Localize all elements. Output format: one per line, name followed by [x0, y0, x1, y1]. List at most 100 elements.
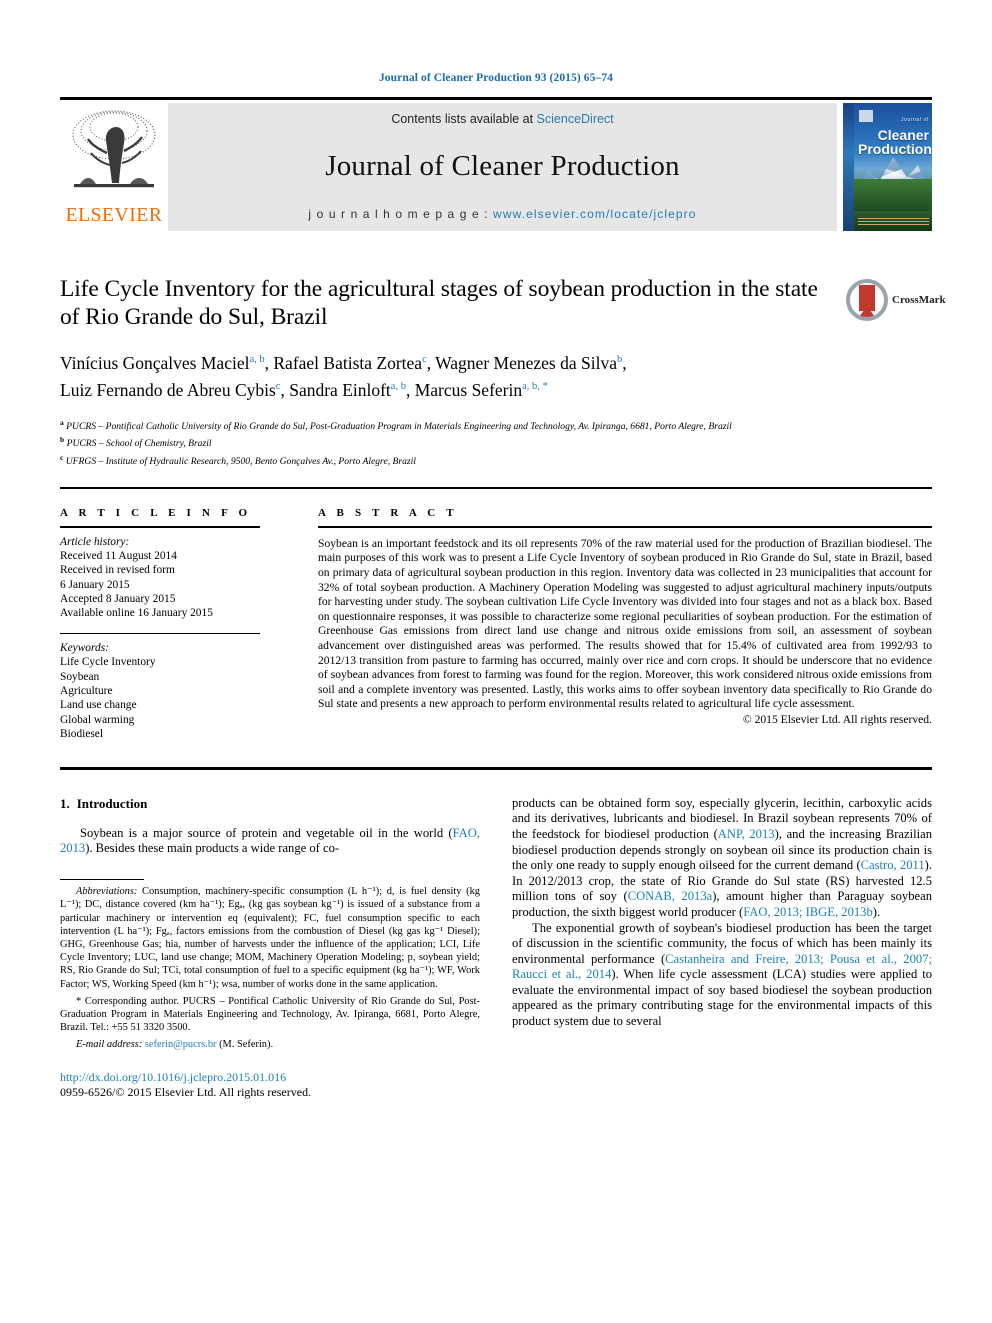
keywords-rule — [60, 632, 260, 635]
history-item: Available online 16 January 2015 — [60, 607, 213, 620]
body-column-left: 1. Introduction Soybean is a major source… — [60, 796, 480, 1100]
keyword-item: Biodiesel — [60, 727, 104, 740]
affiliation-mark: a — [60, 417, 64, 427]
author-2-affil: c — [422, 354, 427, 365]
cover-spine — [843, 103, 854, 231]
corresponding-author-text: Corresponding author. PUCRS – Pontifical… — [60, 995, 480, 1034]
keyword-item: Agriculture — [60, 685, 113, 698]
section-divider-top — [60, 486, 932, 490]
elsevier-tree-icon — [66, 105, 162, 203]
doi-link[interactable]: http://dx.doi.org/10.1016/j.jclepro.2015… — [60, 1070, 480, 1085]
abstract-rule — [318, 526, 932, 528]
citation-fao-ibge[interactable]: FAO, 2013; IBGE, 2013b — [743, 905, 873, 919]
article-history-label: Article history: — [60, 535, 130, 548]
contents-prefix: Contents lists available at — [391, 112, 537, 126]
keyword-item: Global warming — [60, 713, 135, 726]
section-divider-bottom — [60, 767, 932, 770]
author-1: Vinícius Gonçalves Maciel — [60, 352, 250, 373]
email-label: E-mail address: — [76, 1039, 143, 1051]
citation-anp-2013[interactable]: ANP, 2013 — [718, 827, 775, 841]
paper-page: Journal of Cleaner Production 93 (2015) … — [0, 0, 992, 1323]
abbreviations-text: Consumption, machinery-specific consumpt… — [60, 886, 480, 990]
affiliation-mark: c — [60, 453, 64, 463]
homepage-url-link[interactable]: www.elsevier.com/locate/jclepro — [493, 207, 697, 221]
author-4-affil: c — [275, 380, 281, 392]
history-item: 6 January 2015 — [60, 578, 130, 591]
affiliation-text: PUCRS – School of Chemistry, Brazil — [66, 438, 212, 450]
footnote-abbreviations: Abbreviations: Consumption, machinery-sp… — [60, 885, 480, 991]
body-columns: 1. Introduction Soybean is a major source… — [60, 796, 932, 1100]
introduction-heading: 1. Introduction — [60, 796, 480, 812]
elsevier-wordmark: ELSEVIER — [65, 205, 163, 226]
author-5: Sandra Einloft — [289, 379, 391, 400]
author-6-affil: a, b, * — [522, 380, 548, 392]
author-5-affil: a, b — [390, 380, 406, 392]
affiliation-text: PUCRS – Pontifical Catholic University o… — [66, 420, 732, 432]
intro-text-b: ). Besides these main products a wide ra… — [85, 841, 340, 856]
abstract-heading: A B S T R A C T — [318, 507, 458, 520]
affiliation-item: b PUCRS – School of Chemistry, Brazil — [60, 433, 932, 451]
affiliation-mark: b — [60, 435, 65, 445]
page-title: Life Cycle Inventory for the agricultura… — [60, 276, 818, 330]
abbreviations-label: Abbreviations: — [76, 886, 138, 898]
contents-line: Contents lists available at ScienceDirec… — [391, 112, 613, 126]
author-3-affil: b — [616, 354, 623, 365]
affiliation-list: a PUCRS – Pontifical Catholic University… — [60, 416, 932, 469]
cover-forest-art — [854, 179, 932, 213]
footnotes: Abbreviations: Consumption, machinery-sp… — [60, 878, 480, 1052]
info-abstract-section: A R T I C L E I N F O Article history: R… — [60, 507, 932, 741]
homepage-label: j o u r n a l h o m e p a g e : — [308, 207, 494, 221]
keywords-list: Keywords: Life Cycle Inventory Soybean A… — [60, 641, 260, 741]
title-block: CrossMark Life Cycle Inventory for the a… — [60, 275, 946, 469]
homepage-line: j o u r n a l h o m e p a g e : www.else… — [308, 207, 696, 221]
journal-cover-thumbnail: Journal of Cleaner Production — [837, 103, 932, 231]
citation-conab-2013a[interactable]: CONAB, 2013a — [628, 889, 713, 903]
introduction-title: Introduction — [76, 795, 148, 811]
footnote-email: E-mail address: seferin@pucrs.br (M. Sef… — [60, 1038, 480, 1051]
email-suffix: (M. Seferin). — [216, 1039, 274, 1051]
history-item: Accepted 8 January 2015 — [60, 593, 176, 605]
history-item: Received in revised form — [60, 564, 175, 577]
author-list: Vinícius Gonçalves Maciela, b, Rafael Ba… — [60, 352, 627, 400]
body-column-right: products can be obtained form soy, espec… — [512, 796, 932, 1100]
banner-top-rule — [60, 97, 932, 100]
cover-title: Journal of Cleaner Production — [858, 113, 932, 157]
affiliation-item: a PUCRS – Pontifical Catholic University… — [60, 416, 932, 434]
history-item: Received 11 August 2014 — [60, 550, 177, 563]
abstract-text: Soybean is an important feedstock and it… — [318, 536, 932, 711]
cover-title-line2: Production — [858, 141, 932, 157]
right-paragraph-2: The exponential growth of soybean's biod… — [512, 921, 932, 1030]
elsevier-logo: ELSEVIER — [60, 103, 168, 231]
keyword-item: Land use change — [60, 699, 137, 712]
affiliation-text: UFRGS – Institute of Hydraulic Research,… — [65, 456, 416, 468]
article-info-heading: A R T I C L E I N F O — [60, 507, 252, 520]
email-link[interactable]: seferin@pucrs.br — [145, 1039, 217, 1050]
footnote-rule — [60, 878, 144, 881]
author-2: Rafael Batista Zortea — [273, 352, 423, 373]
article-info-rule — [60, 526, 260, 528]
banner-center: Contents lists available at ScienceDirec… — [168, 103, 837, 231]
keywords-label: Keywords: — [60, 642, 109, 655]
article-info-column: A R T I C L E I N F O Article history: R… — [60, 507, 260, 741]
journal-banner: ELSEVIER Contents lists available at Sci… — [60, 97, 932, 231]
rc-text-e: ). — [872, 904, 881, 919]
right-paragraph-1: products can be obtained form soy, espec… — [512, 796, 932, 921]
running-head: Journal of Cleaner Production 93 (2015) … — [378, 72, 614, 84]
introduction-paragraph-1: Soybean is a major source of protein and… — [60, 826, 480, 857]
issn-copyright: 0959-6526/© 2015 Elsevier Ltd. All right… — [60, 1084, 312, 1099]
author-6: Marcus Seferin — [414, 379, 523, 400]
author-1-affil: a, b — [249, 354, 265, 365]
intro-text-a: Soybean is a major source of protein and… — [80, 825, 453, 840]
crossmark-label: CrossMark — [892, 294, 946, 306]
footnote-corresponding-author: * Corresponding author. PUCRS – Pontific… — [60, 995, 480, 1035]
keyword-item: Soybean — [60, 670, 100, 683]
crossmark-badge[interactable]: CrossMark — [846, 277, 946, 323]
introduction-number: 1. — [60, 795, 70, 811]
citation-castro-2011[interactable]: Castro, 2011 — [861, 858, 925, 872]
article-history: Article history: Received 11 August 2014… — [60, 535, 260, 621]
journal-title: Journal of Cleaner Production — [325, 150, 680, 182]
abstract-column: A B S T R A C T Soybean is an important … — [318, 507, 932, 741]
sciencedirect-link[interactable]: ScienceDirect — [537, 112, 614, 126]
abstract-copyright: © 2015 Elsevier Ltd. All rights reserved… — [742, 712, 932, 726]
footer-block: http://dx.doi.org/10.1016/j.jclepro.2015… — [60, 1070, 480, 1100]
